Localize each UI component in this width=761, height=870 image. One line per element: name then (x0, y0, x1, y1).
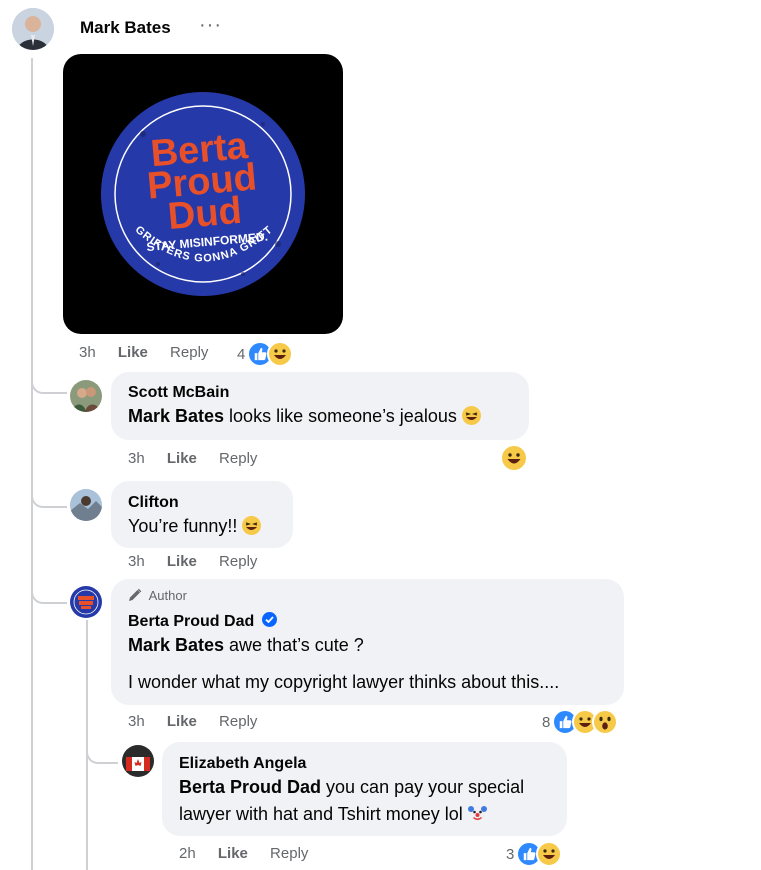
haha-reaction-icon (536, 841, 563, 867)
comment-reply-button[interactable]: Reply (219, 713, 257, 730)
comment-reaction-count: 8 (542, 713, 551, 731)
reply-meta: 2h Like Reply (179, 845, 308, 862)
comment-text-line1: Mark Bates awe that’s cute ? (128, 635, 364, 656)
comment-meta: 3h Like Reply (128, 450, 257, 467)
avatar-berta-proud-dad[interactable] (70, 586, 102, 618)
comment-time[interactable]: 3h (128, 713, 145, 730)
comment-author-name[interactable]: Scott McBain (128, 384, 229, 402)
mention-link[interactable]: Berta Proud Dad (179, 777, 321, 797)
comment-reply-button[interactable]: Reply (219, 450, 257, 467)
haha-reaction-icon (267, 341, 294, 367)
avatar-clifton[interactable] (70, 489, 102, 521)
post-reaction-count: 4 (237, 345, 246, 363)
laughing-emoji-icon (242, 516, 262, 535)
verified-badge-icon (261, 612, 277, 627)
reply-reactions[interactable]: 3 (506, 841, 563, 867)
post-reply-button[interactable]: Reply (170, 344, 208, 361)
comment-meta: 3h Like Reply (128, 713, 257, 730)
comment-text: Mark Bates looks like someone’s jealous (128, 406, 481, 427)
comment-time[interactable]: 3h (128, 450, 145, 467)
comment-body: You’re funny!! (128, 516, 243, 536)
post-image[interactable]: Berta Proud Dud STAY MISINFORMED. GRIFTE… (63, 54, 343, 334)
post-time[interactable]: 3h (79, 344, 96, 361)
reply-text-line1: Berta Proud Dad you can pay your special (179, 777, 524, 798)
comment-text-line2: I wonder what my copyright lawyer thinks… (128, 672, 560, 692)
pencil-icon (128, 588, 142, 602)
comment-time[interactable]: 3h (128, 553, 145, 570)
reply-time[interactable]: 2h (179, 845, 196, 862)
wow-reaction-icon (592, 709, 619, 735)
comment-reactions[interactable]: 8 (542, 709, 619, 735)
comment-reply-button[interactable]: Reply (219, 553, 257, 570)
reply-reaction-count: 3 (506, 845, 515, 863)
reply-like-button[interactable]: Like (218, 845, 248, 862)
laughing-emoji-icon (461, 406, 481, 425)
post-author-name[interactable]: Mark Bates (80, 18, 171, 38)
thread-elbow (31, 580, 67, 604)
reply-body: lawyer with hat and Tshirt money lol (179, 804, 468, 824)
post-like-button[interactable]: Like (118, 344, 148, 361)
comment-like-button[interactable]: Like (167, 553, 197, 570)
reply-body: you can pay your special (321, 777, 525, 797)
comment-body: looks like someone’s jealous (224, 406, 462, 426)
more-options-icon[interactable]: ··· (199, 14, 222, 37)
comment-text: You’re funny!! (128, 516, 262, 537)
comment-body: awe that’s cute ? (224, 635, 364, 655)
post-meta: 3h Like Reply (79, 344, 208, 361)
author-badge: Author (128, 588, 187, 603)
thread-line-main (31, 58, 33, 870)
avatar-scott-mcbain[interactable] (70, 380, 102, 412)
comment-author-link[interactable]: Berta Proud Dad (128, 613, 254, 630)
reply-reply-button[interactable]: Reply (270, 845, 308, 862)
author-badge-label: Author (148, 588, 187, 603)
mention-link[interactable]: Mark Bates (128, 635, 224, 655)
comment-author-name: Berta Proud Dad (128, 612, 277, 631)
thread-elbow (86, 740, 118, 764)
comment-like-button[interactable]: Like (167, 713, 197, 730)
comment-meta: 3h Like Reply (128, 553, 257, 570)
comment-author-name[interactable]: Clifton (128, 494, 179, 512)
reply-author-name[interactable]: Elizabeth Angela (179, 755, 306, 773)
reply-text-line2: lawyer with hat and Tshirt money lol (179, 804, 487, 825)
avatar-mark-bates[interactable] (12, 8, 54, 50)
thread-elbow (31, 484, 67, 508)
comment-reaction-haha-icon[interactable] (502, 446, 526, 470)
thread-elbow (31, 370, 67, 394)
sticker-line3: Dud (166, 190, 243, 238)
comment-bubble (111, 481, 293, 548)
avatar-elizabeth-angela[interactable] (122, 745, 154, 777)
comment-like-button[interactable]: Like (167, 450, 197, 467)
clown-emoji-icon (467, 804, 487, 823)
mention-link[interactable]: Mark Bates (128, 406, 224, 426)
post-reactions[interactable]: 4 (237, 341, 294, 367)
